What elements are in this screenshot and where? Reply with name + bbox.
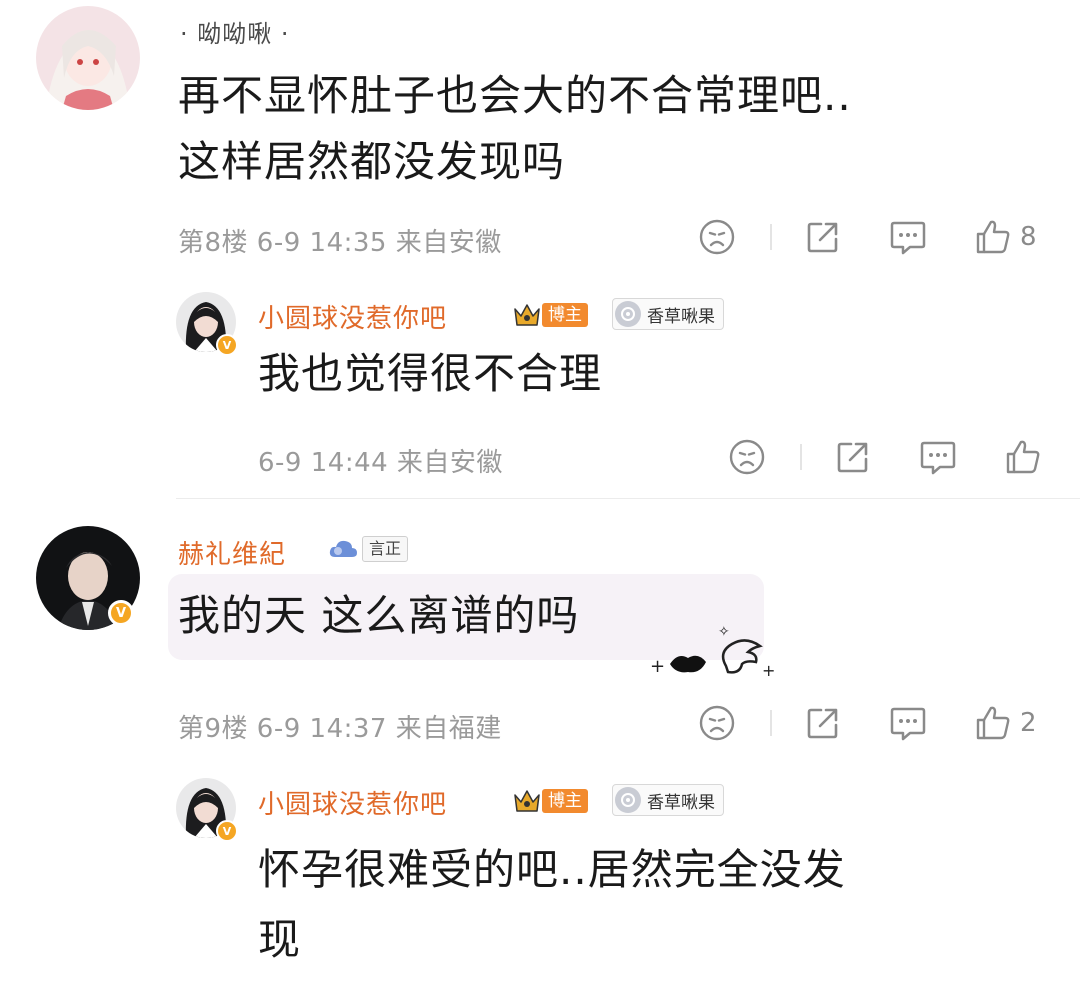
sad-face-icon — [699, 705, 735, 741]
blogger-label: 博主 — [542, 789, 588, 813]
share-icon — [807, 222, 838, 253]
share-button[interactable] — [804, 218, 842, 256]
like-button[interactable]: 2 — [974, 704, 1037, 742]
like-button[interactable]: 8 — [974, 218, 1037, 256]
action-divider — [800, 444, 802, 470]
reply-text-line: 怀孕很难受的吧..居然完全没发 — [258, 845, 846, 894]
comment-icon — [890, 221, 926, 255]
bubble-decoration-icon: + ✧ + — [650, 624, 775, 680]
share-icon — [837, 442, 868, 473]
svg-text:✧: ✧ — [718, 624, 730, 640]
verified-badge: V — [216, 820, 238, 842]
sad-face-icon — [699, 219, 735, 255]
thumbs-up-icon — [1006, 440, 1040, 474]
svg-text:+: + — [762, 661, 775, 680]
avatar[interactable] — [36, 6, 140, 110]
reply-meta: 6-9 14:44 来自安徽 — [258, 448, 503, 478]
comment-username[interactable]: · 呦呦啾 · — [180, 14, 290, 49]
like-count: 2 — [1020, 708, 1037, 738]
comment-button[interactable] — [918, 438, 958, 476]
verified-badge: V — [108, 600, 134, 626]
fan-badge[interactable]: 香草啾果 — [612, 298, 724, 330]
like-count: 8 — [1020, 222, 1037, 252]
reply-username[interactable]: 小圆球没惹你吧 — [258, 784, 447, 821]
cloud-icon — [329, 540, 357, 557]
blogger-tag: 博主 — [512, 300, 588, 330]
crown-icon — [514, 790, 540, 812]
sad-face-icon — [729, 439, 765, 475]
fan-badge[interactable]: 香草啾果 — [612, 784, 724, 816]
dislike-button[interactable] — [728, 438, 766, 476]
action-divider — [770, 224, 772, 250]
comment-meta: 第9楼 6-9 14:37 来自福建 — [178, 714, 502, 744]
fan-badge-label: 香草啾果 — [647, 306, 715, 327]
comment-button[interactable] — [888, 704, 928, 742]
thumbs-up-icon — [976, 220, 1010, 254]
share-icon — [807, 708, 838, 739]
comment-text-line: 这样居然都没发现吗 — [178, 137, 566, 186]
comment-icon — [920, 441, 956, 475]
like-button[interactable] — [1004, 438, 1042, 476]
svg-text:+: + — [650, 656, 665, 677]
comment-text-line: 再不显怀肚子也会大的不合常理吧.. — [178, 71, 852, 120]
comment-icon — [890, 707, 926, 741]
comment-divider — [176, 498, 1080, 499]
thumbs-up-icon — [976, 706, 1010, 740]
comment-text-line: 我的天 这么离谱的吗 — [178, 591, 580, 640]
user-badge: 言正 — [328, 534, 409, 564]
verified-badge: V — [216, 334, 238, 356]
dislike-button[interactable] — [698, 704, 736, 742]
share-button[interactable] — [834, 438, 872, 476]
fan-badge-icon — [615, 301, 641, 327]
comment-button[interactable] — [888, 218, 928, 256]
comment-meta: 第8楼 6-9 14:35 来自安徽 — [178, 228, 502, 258]
reply-text-line: 现 — [258, 915, 302, 964]
fan-badge-label: 香草啾果 — [647, 792, 715, 813]
reply-text-line: 我也觉得很不合理 — [258, 349, 603, 398]
fan-badge-icon — [615, 787, 641, 813]
reply-username[interactable]: 小圆球没惹你吧 — [258, 298, 447, 335]
action-divider — [770, 710, 772, 736]
crown-icon — [514, 304, 540, 326]
comment-username[interactable]: 赫礼维紀 — [178, 534, 286, 571]
user-badge-label: 言正 — [362, 536, 409, 562]
share-button[interactable] — [804, 704, 842, 742]
blogger-label: 博主 — [542, 303, 588, 327]
blogger-tag: 博主 — [512, 786, 588, 816]
dislike-button[interactable] — [698, 218, 736, 256]
